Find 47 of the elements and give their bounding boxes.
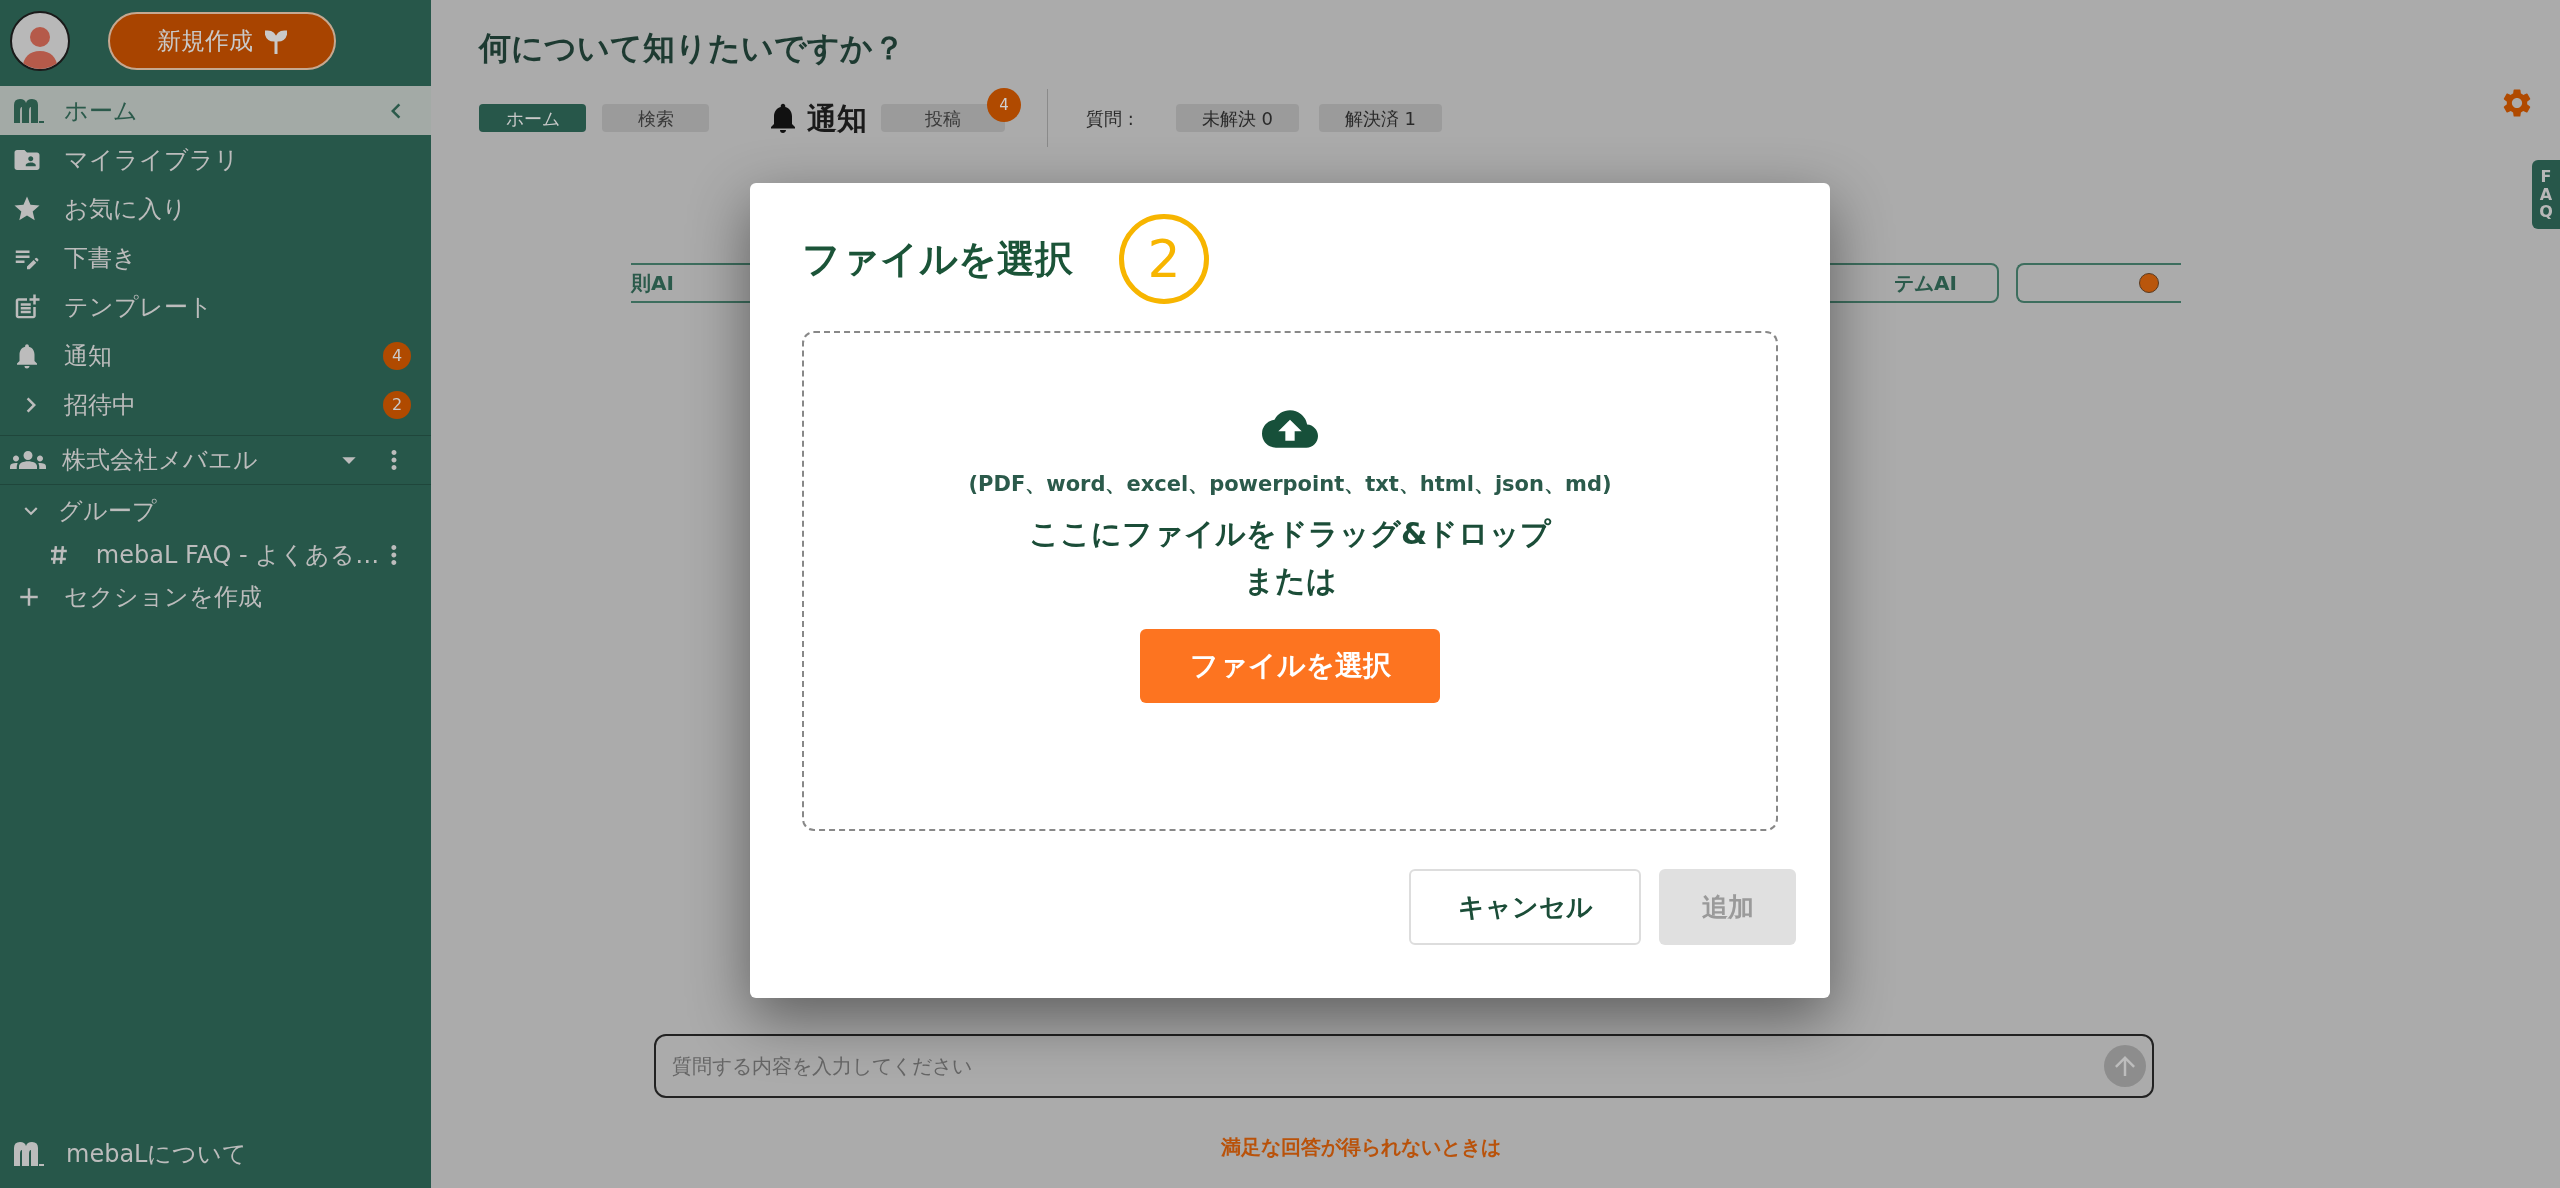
nav-label: マイライブラリ (64, 144, 240, 176)
nav-item[interactable]: 招待中 2 (0, 380, 431, 429)
step-number: 2 (1119, 214, 1209, 304)
drop-zone[interactable]: (PDF、word、excel、powerpoint、txt、html、json、md) ここにファイルをドラッグ&ドロップ または ファイルを選択 (802, 331, 1778, 831)
hash-icon (50, 545, 68, 565)
nav-label: 招待中 (64, 389, 137, 421)
question-field[interactable]: 質問する内容を入力してください (654, 1034, 2154, 1098)
nav-item[interactable]: マイライブラリ (0, 135, 431, 184)
about-link[interactable]: mebaLについて (0, 1126, 431, 1182)
logo-icon (12, 1140, 46, 1168)
nav-label: お気に入り (64, 193, 188, 225)
page-title: 何について知りたいですか？ (479, 28, 905, 69)
nav-label: 通知 (64, 340, 113, 372)
question-label: 質問 : (1086, 106, 1134, 131)
nav-label: 下書き (64, 242, 138, 274)
nav-item[interactable]: ホーム (0, 86, 431, 135)
notification-label: 通知 (807, 99, 867, 138)
avatar[interactable] (10, 11, 70, 71)
organization-name: 株式会社メバエル (62, 445, 259, 476)
logo-icon (12, 96, 46, 125)
count-badge: 4 (383, 341, 411, 370)
tab[interactable]: 検索 (602, 104, 709, 132)
count-badge: 2 (383, 390, 411, 419)
tab[interactable]: ホーム (479, 104, 586, 132)
nav-item[interactable]: 通知 4 (0, 331, 431, 380)
nav-item[interactable]: お気に入り (0, 184, 431, 233)
nav-label: ホーム (64, 95, 139, 127)
sprout-icon (265, 28, 287, 54)
count-badge: 4 (987, 88, 1021, 122)
file-formats: (PDF、word、excel、powerpoint、txt、html、json、md) (968, 471, 1612, 498)
filter-chip[interactable]: 未解決 0 (1175, 104, 1299, 132)
nav-label: テンプレート (64, 291, 214, 323)
drop-instruction: ここにファイルをドラッグ&ドロップ (1028, 514, 1552, 553)
filter-chip[interactable]: 解決済 1 (1318, 104, 1442, 132)
choose-file-button[interactable]: ファイルを選択 (1140, 628, 1440, 703)
nav-item[interactable]: 下書き (0, 233, 431, 282)
or-text: または (1243, 561, 1337, 600)
new-button[interactable]: 新規作成 (108, 12, 336, 70)
faq-tab[interactable]: FAQ (2532, 160, 2560, 229)
group-header[interactable]: グループ (0, 487, 431, 535)
create-section-button[interactable]: セクションを作成 (0, 575, 431, 619)
nav-item[interactable]: テンプレート (0, 282, 431, 331)
dialog-button[interactable]: キャンセル (1409, 869, 1641, 945)
channel-item[interactable]: mebaL FAQ - よくある… (95, 537, 380, 573)
question-input[interactable]: 質問する内容を入力してください (672, 1051, 2104, 1081)
dialog-title: ファイルを選択 (802, 235, 1073, 283)
category-chip[interactable] (2016, 262, 2181, 303)
